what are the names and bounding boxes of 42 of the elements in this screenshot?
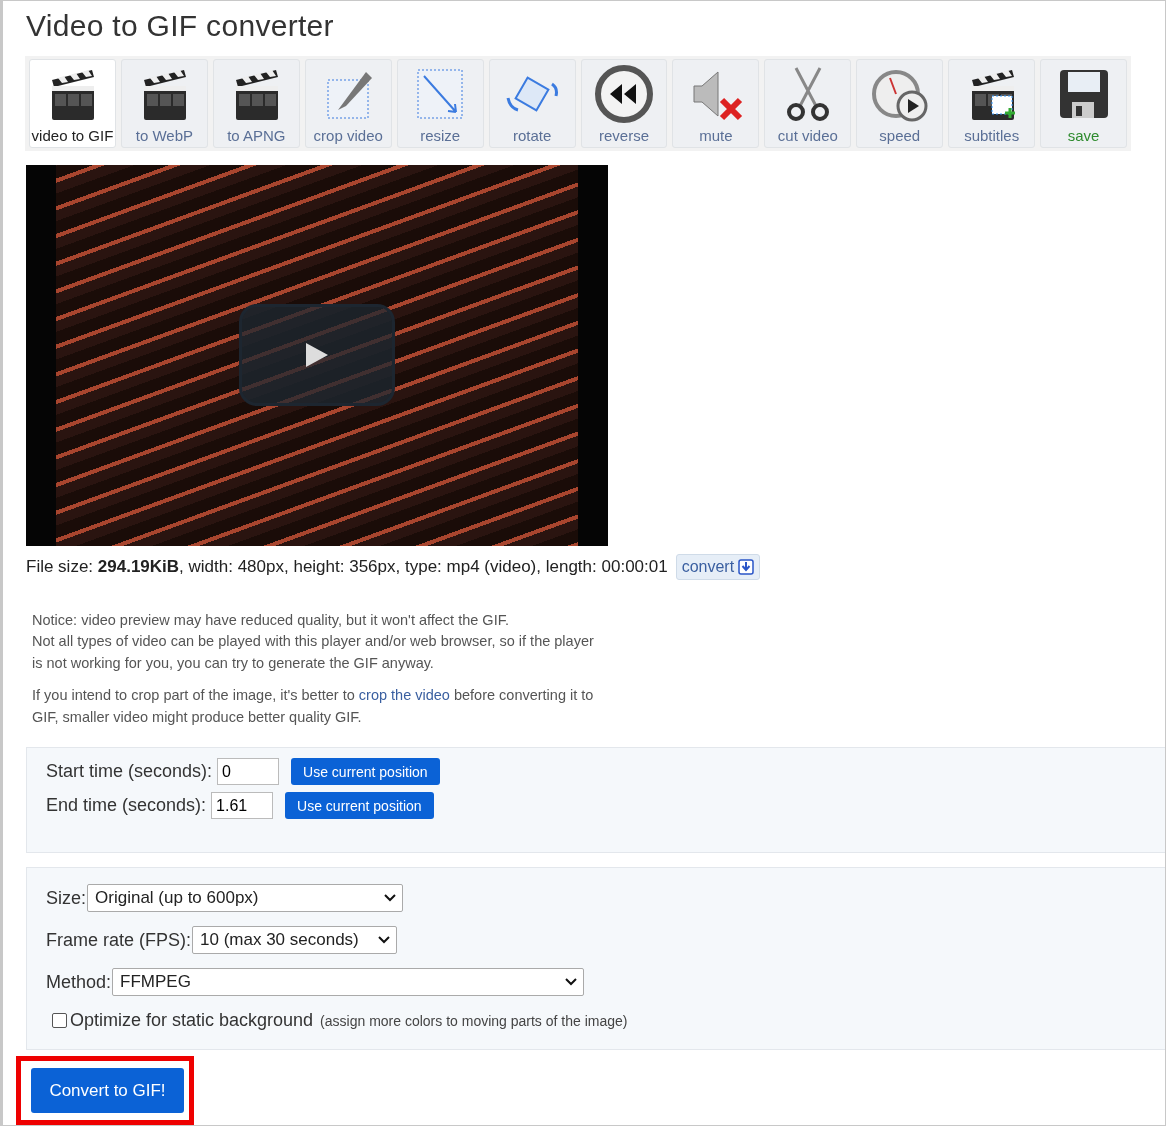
tool-tab[interactable]: crop video <box>304 59 392 148</box>
play-icon <box>304 341 330 370</box>
tool-tab[interactable]: cut video <box>764 59 852 148</box>
tool-tab[interactable]: video to GIF <box>29 59 116 148</box>
optimize-label: Optimize for static background <box>70 1010 314 1031</box>
tool-tab[interactable]: to WebP <box>120 59 208 148</box>
play-button[interactable] <box>239 304 395 407</box>
time-label: End time (seconds): <box>46 795 207 816</box>
convert-to-gif-button[interactable]: Convert to GIF! <box>31 1068 184 1113</box>
chevron-down-icon <box>378 936 391 944</box>
chevron-down-icon <box>384 894 397 902</box>
tool-tab[interactable]: save <box>1040 59 1128 148</box>
tool-tab[interactable]: resize <box>396 59 484 148</box>
download-icon <box>738 558 755 575</box>
option-select[interactable]: 10 (max 30 seconds) <box>192 926 398 954</box>
use-position-button[interactable]: Use current position <box>291 758 440 785</box>
tool-tab[interactable]: reverse <box>580 59 668 148</box>
option-label: Frame rate (FPS): <box>46 929 192 951</box>
use-position-button[interactable]: Use current position <box>285 792 434 819</box>
file-info: File size: 294.19KiB, width: 480px, height: 356px, type: mp4 (video), length: 00:00:01 <box>26 556 668 577</box>
chevron-down-icon <box>565 978 578 986</box>
option-select[interactable]: Original (up to 600px) <box>87 884 404 912</box>
time-input[interactable]: 1.61 <box>211 792 274 819</box>
time-input[interactable]: 0 <box>217 758 280 785</box>
tool-tab[interactable]: rotate <box>488 59 576 148</box>
page-title: Video to GIF converter <box>26 9 335 43</box>
video-player[interactable] <box>26 165 608 546</box>
crop-video-link[interactable]: crop the video <box>358 687 450 703</box>
optimize-checkbox[interactable] <box>52 1013 67 1028</box>
rewind-icon <box>594 64 654 124</box>
convert-button[interactable]: convert <box>675 553 761 580</box>
optimize-hint: (assign more colors to moving parts of the image) <box>320 1012 628 1029</box>
option-label: Size: <box>46 887 87 909</box>
notice-text: Notice: video preview may have reduced quality, but it won't affect the GIF. Not all types of video can be played with this player and/or web browser, so if the player is not working for you, you can try to generate the GIF anyway. <box>32 610 595 673</box>
tool-tab[interactable]: mute <box>672 59 760 148</box>
tool-tab[interactable]: speed <box>856 59 944 148</box>
tip-text: If you intend to crop part of the image, it's better to crop the video before converting it to GIF, smaller video might produce better quality GIF. <box>32 686 595 727</box>
time-label: Start time (seconds): <box>46 761 213 782</box>
option-select[interactable]: FFMPEG <box>112 968 585 996</box>
tool-tab[interactable]: to APNG <box>212 59 300 148</box>
tool-tab[interactable]: subtitles <box>948 59 1036 148</box>
option-label: Method: <box>46 971 112 993</box>
